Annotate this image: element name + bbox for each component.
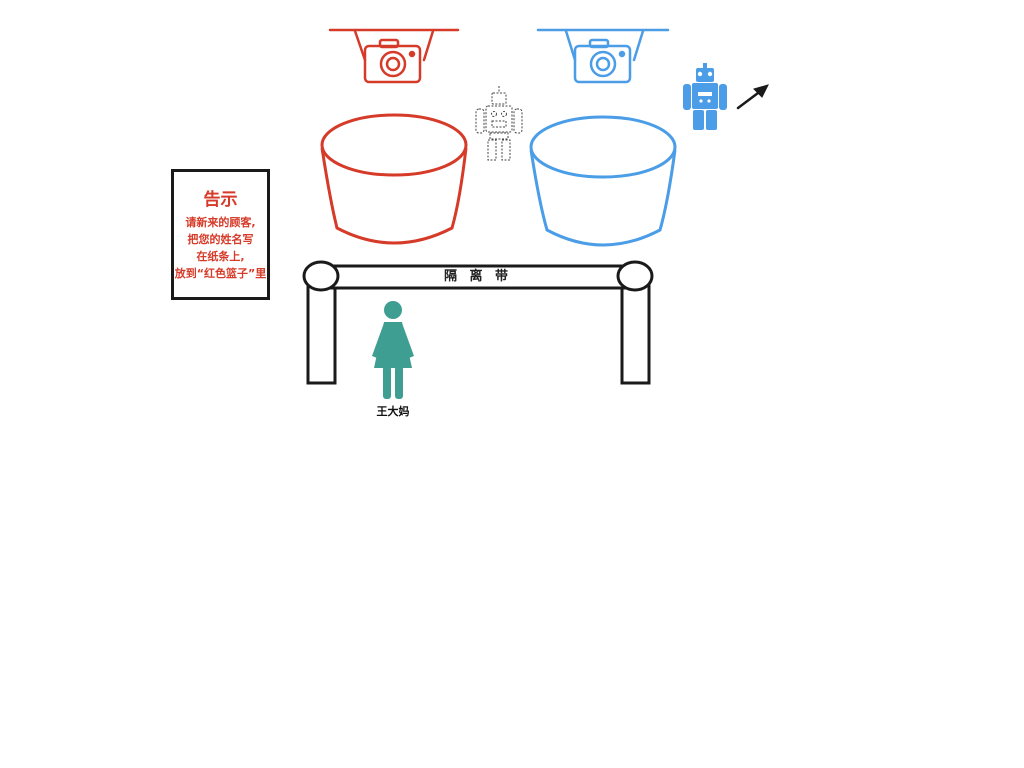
blue-robot-icon bbox=[683, 63, 727, 130]
notice-line: 放到“红色篮子”里 bbox=[174, 267, 267, 280]
barrier-cap-left bbox=[302, 260, 340, 292]
barrier-post-left bbox=[306, 281, 337, 385]
arrow-icon bbox=[736, 84, 769, 110]
woman-icon bbox=[372, 301, 414, 399]
scene-canvas bbox=[302, 28, 769, 399]
blue-camera-icon bbox=[536, 28, 670, 84]
person-name: 王大妈 bbox=[376, 405, 410, 418]
barrier-label: 隔 离 带 bbox=[443, 269, 513, 284]
blue-basket bbox=[529, 115, 677, 247]
outline-robot-icon bbox=[475, 86, 523, 161]
red-basket bbox=[320, 113, 468, 245]
notice-line: 在纸条上, bbox=[196, 250, 245, 263]
notice-board: 告示 请新来的顾客, 把您的姓名写 在纸条上, 放到“红色篮子”里 bbox=[171, 169, 270, 300]
notice-line: 请新来的顾客, bbox=[185, 216, 256, 229]
red-camera-icon bbox=[328, 28, 460, 84]
notice-title: 告示 bbox=[203, 190, 238, 210]
notice-line: 把您的姓名写 bbox=[187, 233, 254, 246]
barrier-post-right bbox=[620, 281, 651, 385]
barrier-cap-right bbox=[616, 260, 654, 292]
